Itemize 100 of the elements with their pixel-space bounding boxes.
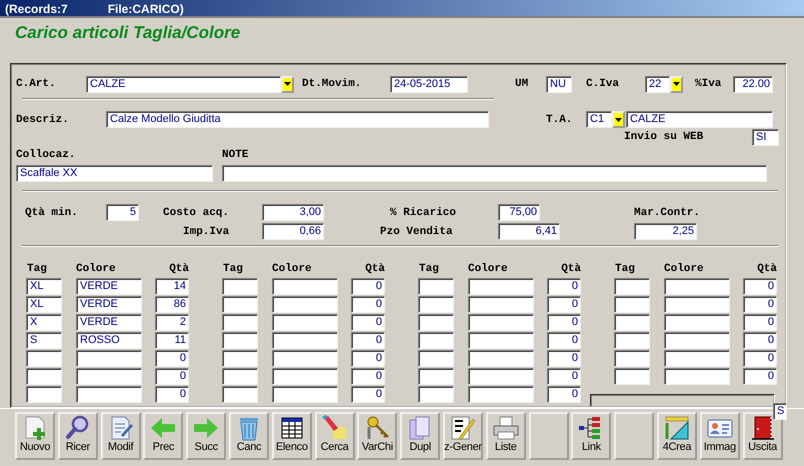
input-field[interactable]: CALZE — [626, 111, 773, 128]
input-field[interactable]: 22.00 — [733, 76, 773, 92]
input-field[interactable] — [272, 278, 338, 295]
input-field[interactable]: NU — [546, 76, 572, 92]
input-field[interactable] — [418, 296, 454, 313]
input-field[interactable] — [222, 165, 767, 182]
input-field[interactable]: 14 — [155, 278, 189, 295]
input-field[interactable]: 0 — [155, 368, 189, 385]
input-field[interactable] — [272, 296, 338, 313]
input-field[interactable] — [614, 296, 650, 313]
toolbar-button[interactable]: 4Crea — [656, 412, 697, 460]
toolbar-button[interactable]: Link — [571, 412, 612, 460]
input-field[interactable]: 0 — [547, 386, 581, 403]
input-field[interactable] — [664, 368, 730, 385]
input-field[interactable]: C1 — [586, 111, 612, 128]
toolbar-button[interactable]: Dupl — [400, 412, 440, 460]
input-field[interactable] — [76, 368, 142, 385]
dropdown-button[interactable] — [612, 111, 625, 128]
input-field[interactable] — [664, 296, 730, 313]
input-field[interactable] — [272, 350, 338, 367]
input-field[interactable]: Scaffale XX — [16, 165, 213, 182]
input-field[interactable] — [418, 278, 454, 295]
toolbar-button[interactable]: Prec — [143, 412, 184, 460]
input-field[interactable] — [76, 350, 142, 367]
input-field[interactable]: Calze Modello Giuditta — [106, 111, 489, 128]
input-field[interactable] — [468, 278, 534, 295]
input-field[interactable]: 2,25 — [634, 223, 697, 240]
input-field[interactable]: ROSSO — [76, 332, 142, 349]
toolbar-button[interactable]: Immag — [700, 412, 740, 460]
input-field[interactable]: S — [26, 332, 62, 349]
input-field[interactable] — [26, 368, 62, 385]
input-field[interactable]: 0 — [743, 350, 777, 367]
input-field[interactable]: 86 — [155, 296, 189, 313]
input-field[interactable] — [222, 332, 258, 349]
input-field[interactable]: 0 — [351, 314, 385, 331]
toolbar-button[interactable]: Liste — [486, 412, 526, 460]
toolbar-button[interactable]: Succ — [186, 412, 226, 460]
toolbar-button[interactable]: Canc — [228, 412, 269, 460]
input-field[interactable] — [222, 386, 258, 403]
input-field[interactable]: 3,00 — [262, 204, 324, 221]
input-field[interactable]: 75,00 — [498, 204, 540, 221]
input-field[interactable] — [664, 350, 730, 367]
input-field[interactable]: 2 — [155, 314, 189, 331]
input-field[interactable]: VERDE — [76, 296, 142, 313]
input-field[interactable]: 0 — [351, 350, 385, 367]
input-field[interactable] — [222, 296, 258, 313]
input-field[interactable]: SI — [752, 128, 779, 146]
input-field[interactable]: X — [26, 314, 62, 331]
toolbar-button[interactable]: z-Gener — [442, 412, 483, 460]
input-field[interactable] — [614, 368, 650, 385]
input-field[interactable] — [468, 386, 534, 403]
input-field[interactable] — [418, 368, 454, 385]
input-field[interactable] — [272, 368, 338, 385]
input-field[interactable] — [418, 314, 454, 331]
input-field[interactable] — [468, 332, 534, 349]
input-field[interactable] — [272, 386, 338, 403]
input-field[interactable] — [222, 314, 258, 331]
input-field[interactable] — [614, 314, 650, 331]
input-field[interactable]: 5 — [106, 204, 139, 221]
input-field[interactable]: 0 — [351, 278, 385, 295]
input-field[interactable] — [76, 386, 142, 403]
input-field[interactable]: 24-05-2015 — [390, 76, 468, 92]
input-field[interactable] — [418, 350, 454, 367]
input-field[interactable] — [26, 350, 62, 367]
input-field[interactable]: 0 — [547, 278, 581, 295]
input-field[interactable] — [272, 314, 338, 331]
input-field[interactable]: 6,41 — [498, 223, 560, 240]
input-field[interactable]: 0,66 — [262, 223, 324, 240]
input-field[interactable] — [222, 350, 258, 367]
input-field[interactable]: 0 — [743, 314, 777, 331]
input-field[interactable] — [272, 332, 338, 349]
input-field[interactable]: 11 — [155, 332, 189, 349]
input-field[interactable]: 0 — [743, 368, 777, 385]
input-field[interactable] — [614, 350, 650, 367]
input-field[interactable] — [418, 332, 454, 349]
toolbar-button[interactable]: Elenco — [272, 412, 312, 460]
input-field[interactable]: 0 — [743, 296, 777, 313]
input-field[interactable] — [664, 332, 730, 349]
toolbar-button[interactable]: Ricer — [58, 412, 98, 460]
input-field[interactable]: 0 — [547, 368, 581, 385]
input-field[interactable]: 0 — [547, 332, 581, 349]
input-field[interactable]: 0 — [351, 296, 385, 313]
input-field[interactable] — [468, 350, 534, 367]
input-field[interactable]: 0 — [155, 386, 189, 403]
input-field[interactable]: S — [773, 403, 787, 420]
toolbar-button[interactable]: Modif — [100, 412, 141, 460]
input-field[interactable] — [664, 314, 730, 331]
input-field[interactable] — [614, 332, 650, 349]
input-field[interactable] — [614, 278, 650, 295]
input-field[interactable] — [468, 368, 534, 385]
input-field[interactable]: VERDE — [76, 314, 142, 331]
input-field[interactable]: 0 — [351, 368, 385, 385]
dropdown-button[interactable] — [281, 76, 294, 92]
input-field[interactable]: 22 — [645, 76, 670, 92]
input-field[interactable]: CALZE — [86, 76, 281, 92]
input-field[interactable]: 0 — [547, 296, 581, 313]
input-field[interactable]: VERDE — [76, 278, 142, 295]
input-field[interactable]: 0 — [743, 332, 777, 349]
input-field[interactable]: 0 — [743, 278, 777, 295]
input-field[interactable] — [468, 296, 534, 313]
